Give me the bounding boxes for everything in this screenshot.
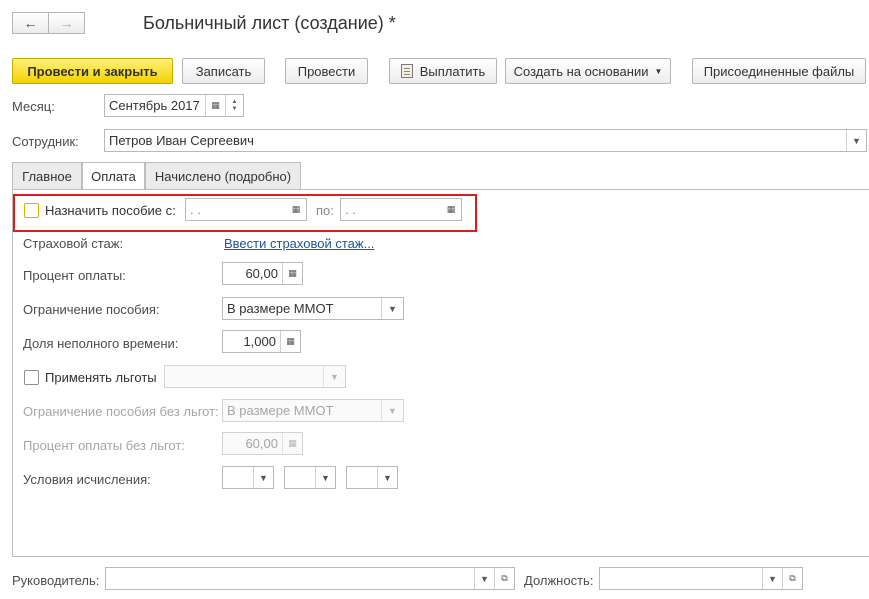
employee-field[interactable]: Петров Иван Сергеевич ▼ xyxy=(104,129,867,152)
document-icon xyxy=(400,64,413,78)
manager-label: Руководитель: xyxy=(12,573,100,588)
open-icon[interactable]: ⧉ xyxy=(782,568,802,589)
calendar-icon[interactable]: ▦ xyxy=(286,199,306,220)
calculator-icon[interactable]: ▦ xyxy=(282,433,302,454)
month-field[interactable]: Сентябрь 2017 ▦ ▲ ▼ xyxy=(104,94,244,117)
limit-select[interactable]: В размере ММОТ ▼ xyxy=(222,297,404,320)
conditions-label: Условия исчисления: xyxy=(23,472,151,487)
chevron-down-icon[interactable]: ▼ xyxy=(381,400,403,421)
calendar-icon[interactable]: ▦ xyxy=(441,199,461,220)
limit-nobenefit-label: Ограничение пособия без льгот: xyxy=(23,404,219,419)
chevron-down-icon[interactable]: ▼ xyxy=(377,467,397,488)
arrow-right-icon: → xyxy=(59,15,74,31)
benefit-date-from-value: . . xyxy=(190,202,201,217)
benefit-date-from[interactable]: . . ▦ xyxy=(185,198,307,221)
month-value: Сентябрь 2017 xyxy=(109,98,200,113)
caret-down-icon: ▼ xyxy=(654,66,663,76)
apply-benefits-label: Применять льготы xyxy=(45,370,157,385)
tab-payment[interactable]: Оплата xyxy=(82,162,145,190)
create-based-on-label: Создать на основании xyxy=(513,63,649,79)
chevron-down-icon[interactable]: ▼ xyxy=(323,366,345,387)
create-based-on-button[interactable]: Создать на основании ▼ xyxy=(505,58,671,84)
tab-accrued-detailed[interactable]: Начислено (подробно) xyxy=(145,162,301,189)
assign-benefit-label: Назначить пособие с: xyxy=(45,203,176,218)
employee-dropdown-icon[interactable]: ▼ xyxy=(846,130,866,151)
open-icon[interactable]: ⧉ xyxy=(494,568,514,589)
save-button[interactable]: Записать xyxy=(182,58,265,84)
apply-benefits-checkbox[interactable] xyxy=(24,370,39,385)
condition-select-3[interactable]: ▼ xyxy=(346,466,398,489)
insurance-label: Страховой стаж: xyxy=(23,236,124,251)
percent-value: 60,00 xyxy=(245,266,278,281)
post-and-close-button[interactable]: Провести и закрыть xyxy=(12,58,173,84)
chevron-down-icon[interactable]: ▼ xyxy=(315,467,335,488)
limit-nobenefit-value: В размере ММОТ xyxy=(227,403,334,418)
limit-label: Ограничение пособия: xyxy=(23,302,160,317)
percent-nobenefit-label: Процент оплаты без льгот: xyxy=(23,438,185,453)
employee-value: Петров Иван Сергеевич xyxy=(109,133,254,148)
percent-field[interactable]: 60,00 ▦ xyxy=(222,262,303,285)
position-field[interactable]: ▼ ⧉ xyxy=(599,567,803,590)
percent-nobenefit-field[interactable]: 60,00 ▦ xyxy=(222,432,303,455)
pay-button-label: Выплатить xyxy=(419,63,486,79)
chevron-down-icon[interactable]: ▼ xyxy=(253,467,273,488)
employee-label: Сотрудник: xyxy=(12,134,79,149)
page-title: Больничный лист (создание) * xyxy=(143,13,396,33)
attached-files-button[interactable]: Присоединенные файлы xyxy=(692,58,866,84)
percent-nobenefit-value: 60,00 xyxy=(245,436,278,451)
chevron-down-icon[interactable]: ▼ xyxy=(381,298,403,319)
condition-select-1[interactable]: ▼ xyxy=(222,466,274,489)
benefit-date-to[interactable]: . . ▦ xyxy=(340,198,462,221)
month-label: Месяц: xyxy=(12,99,55,114)
limit-value: В размере ММОТ xyxy=(227,301,334,316)
assign-benefit-checkbox[interactable] xyxy=(24,203,39,218)
parttime-value: 1,000 xyxy=(243,334,276,349)
post-button[interactable]: Провести xyxy=(285,58,368,84)
chevron-down-icon[interactable]: ▼ xyxy=(474,568,494,589)
month-spinner[interactable]: ▲ ▼ xyxy=(225,95,243,116)
percent-label: Процент оплаты: xyxy=(23,268,126,283)
tab-main[interactable]: Главное xyxy=(12,162,82,189)
to-label: по: xyxy=(316,203,334,218)
benefit-date-to-value: . . xyxy=(345,202,356,217)
condition-select-2[interactable]: ▼ xyxy=(284,466,336,489)
back-button[interactable]: ← xyxy=(12,12,49,34)
parttime-field[interactable]: 1,000 ▦ xyxy=(222,330,301,353)
insurance-link[interactable]: Ввести страховой стаж... xyxy=(224,236,374,251)
calculator-icon[interactable]: ▦ xyxy=(282,263,302,284)
chevron-down-icon[interactable]: ▼ xyxy=(762,568,782,589)
forward-button[interactable]: → xyxy=(48,12,85,34)
benefits-select[interactable]: ▼ xyxy=(164,365,346,388)
limit-nobenefit-select[interactable]: В размере ММОТ ▼ xyxy=(222,399,404,422)
parttime-label: Доля неполного времени: xyxy=(23,336,179,351)
calculator-icon[interactable]: ▦ xyxy=(280,331,300,352)
arrow-left-icon: ← xyxy=(23,15,38,31)
pay-button[interactable]: Выплатить xyxy=(389,58,497,84)
position-label: Должность: xyxy=(524,573,594,588)
manager-field[interactable]: ▼ ⧉ xyxy=(105,567,515,590)
calendar-icon[interactable]: ▦ xyxy=(205,95,225,116)
